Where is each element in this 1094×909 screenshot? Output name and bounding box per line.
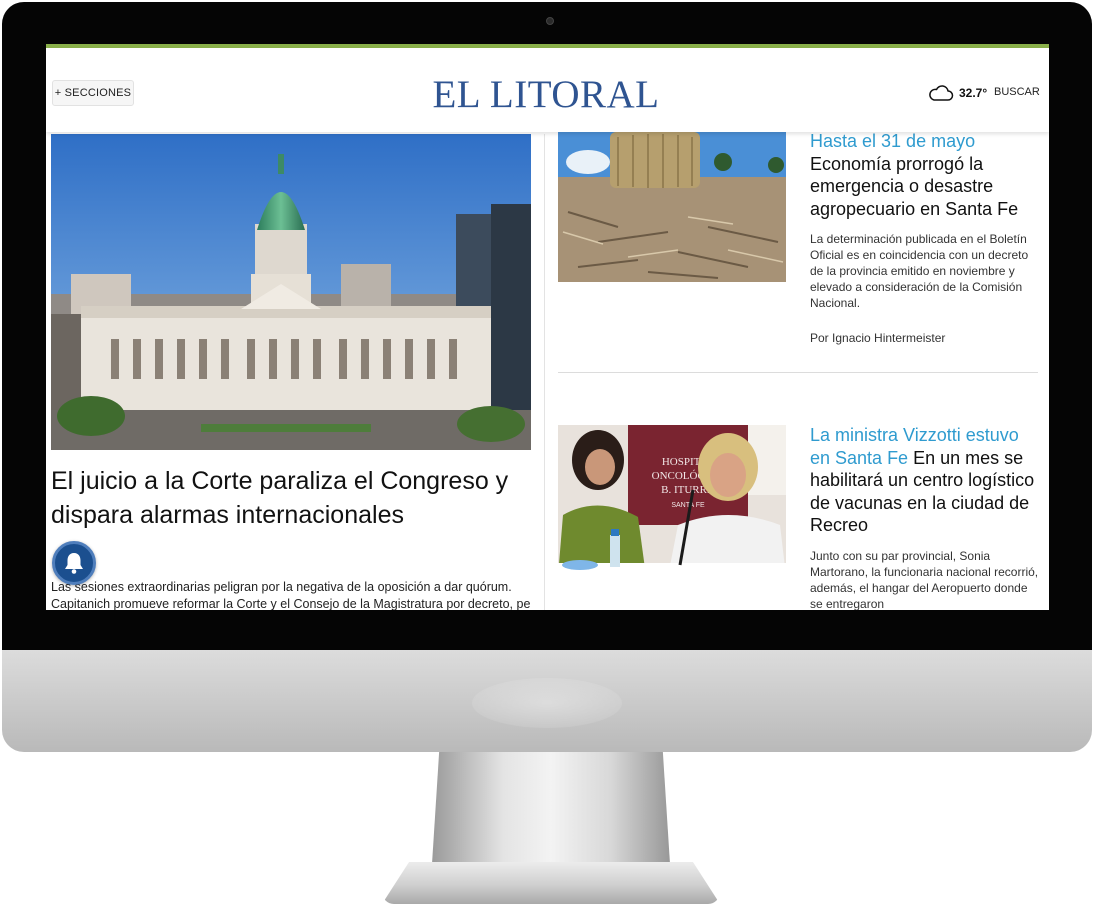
sections-menu-button[interactable]: + SECCIONES xyxy=(52,80,134,106)
main-story-image[interactable] xyxy=(51,134,531,450)
browser-screen: + SECCIONES EL LITORAL 32.7° BUSCAR El j… xyxy=(46,44,1049,610)
site-header: + SECCIONES EL LITORAL 32.7° BUSCAR xyxy=(46,48,1049,132)
main-story-title[interactable]: El juicio a la Corte paraliza el Congres… xyxy=(51,464,531,532)
story-divider xyxy=(558,372,1038,373)
cloud-icon xyxy=(929,85,954,101)
side-story-1-title[interactable]: Hasta el 31 de mayo Economía prorrogó la… xyxy=(810,130,1042,220)
dry-field-hay-bale-photo xyxy=(558,132,786,282)
banner-line: SANTA FE xyxy=(671,502,705,509)
side-story-1-headline: Economía prorrogó la emergencia o desast… xyxy=(810,153,1019,219)
notifications-button[interactable] xyxy=(52,541,96,585)
main-story-summary-line: Las sesiones extraordinarias peligran po… xyxy=(51,580,512,594)
side-story-2-title[interactable]: La ministra Vizzotti estuvo en Santa Fe … xyxy=(810,424,1042,537)
main-story-summary-line: Capitanich promueve reformar la Corte y … xyxy=(51,597,531,610)
congress-building-photo xyxy=(51,134,531,450)
search-link[interactable]: BUSCAR xyxy=(994,86,1040,98)
side-story-1-author[interactable]: Por Ignacio Hintermeister xyxy=(810,331,945,345)
side-story-2-summary: Junto con su par provincial, Sonia Marto… xyxy=(810,549,1039,610)
weather-widget[interactable]: 32.7° xyxy=(928,80,987,106)
camera-dot xyxy=(546,17,554,25)
side-story-1-summary: La determinación publicada en el Boletín… xyxy=(810,232,1029,310)
site-logo[interactable]: EL LITORAL xyxy=(430,72,662,117)
side-story-1-kicker: Hasta el 31 de mayo xyxy=(810,131,976,151)
side-story-2-image[interactable]: HOSPITAL ONCOLÓGICO B. ITURRA SANTA FE xyxy=(558,425,786,576)
side-story-1-image[interactable] xyxy=(558,132,786,282)
press-conference-photo: HOSPITAL ONCOLÓGICO B. ITURRA SANTA FE xyxy=(558,425,786,576)
temperature: 32.7° xyxy=(959,86,988,100)
monitor-stand-foot xyxy=(382,862,720,904)
main-story-summary: Las sesiones extraordinarias peligran po… xyxy=(51,579,531,610)
monitor-stand-neck xyxy=(432,752,670,864)
column-divider xyxy=(544,134,545,610)
bell-icon xyxy=(65,553,83,574)
monitor-chin xyxy=(2,650,1092,752)
